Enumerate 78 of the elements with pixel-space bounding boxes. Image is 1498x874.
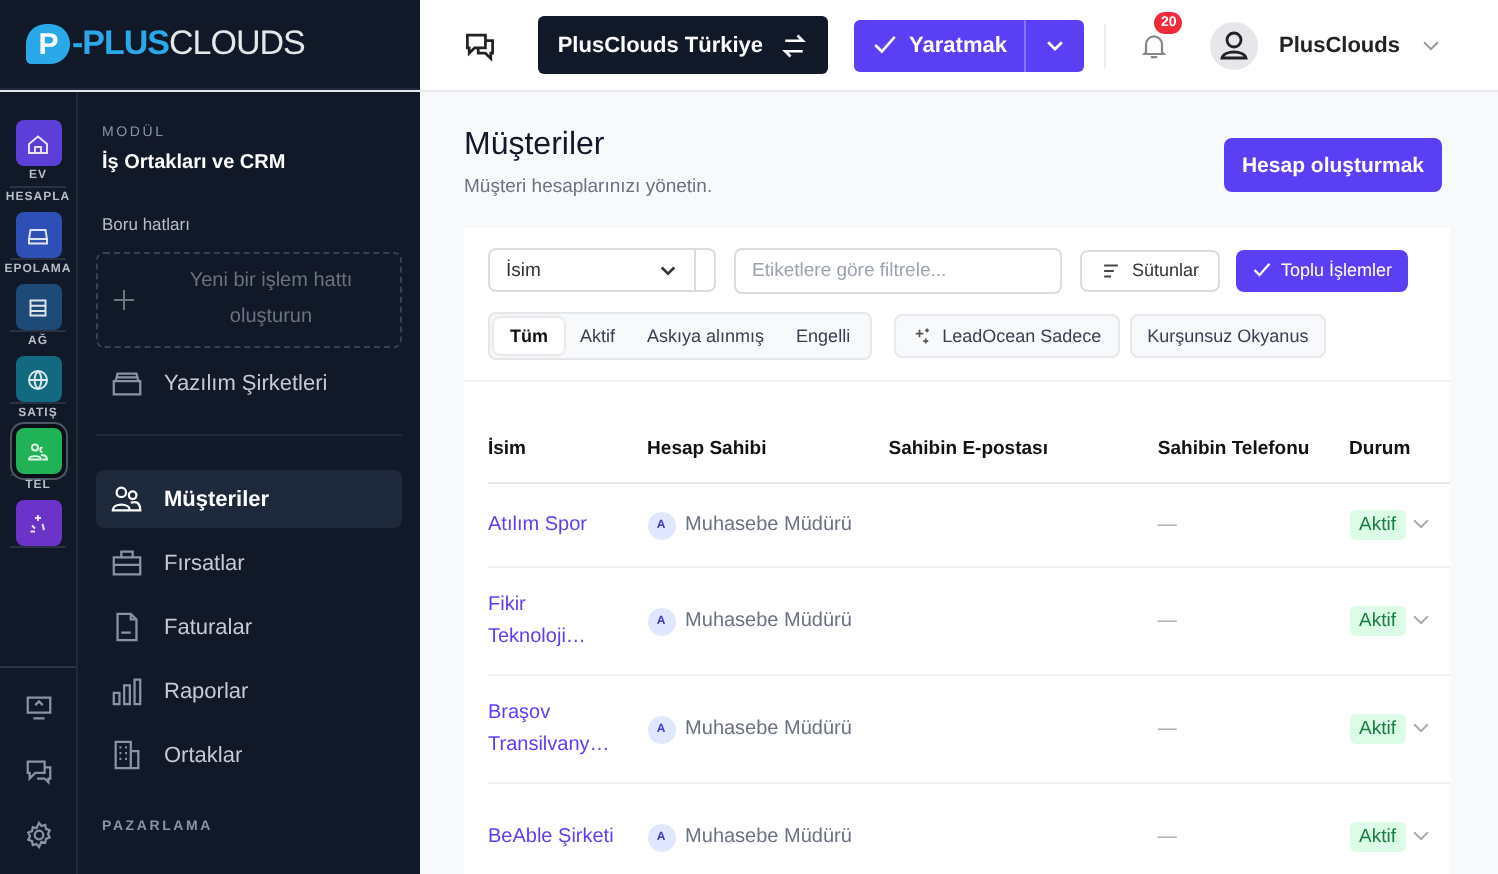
table-cell: — [1157, 826, 1177, 848]
new-pipeline-button[interactable]: Yeni bir işlem hattı oluşturun [96, 252, 402, 348]
status-badge: Aktif [1349, 606, 1407, 636]
nav-item[interactable]: Ortaklar [96, 726, 402, 784]
home-icon [26, 131, 50, 155]
settings-icon[interactable] [23, 819, 53, 850]
rail-app-button[interactable] [15, 428, 61, 474]
table-cell: — [1157, 514, 1177, 536]
section-label: Boru hatları [102, 214, 192, 234]
rail-app-button[interactable] [15, 120, 61, 166]
module-title: İş Ortakları ve CRM [102, 152, 288, 174]
search-field[interactable] [696, 248, 716, 292]
organization-switch-button[interactable]: PlusClouds Türkiye [537, 16, 828, 74]
nav-item[interactable]: Müşteriler [96, 470, 402, 528]
bulk-actions-button[interactable]: Toplu İşlemler [1235, 249, 1409, 291]
nav-item[interactable]: Fırsatlar [96, 534, 402, 592]
customer-link[interactable]: Braşov Transilvany… [488, 697, 624, 761]
column-header: Sahibin E-postası [888, 422, 1158, 483]
table-cell: — [1157, 718, 1177, 740]
users-icon [26, 439, 50, 463]
rail-app-button[interactable] [15, 356, 61, 402]
user-name[interactable]: PlusClouds [1278, 33, 1400, 57]
building-icon [110, 738, 144, 772]
nav-item[interactable]: Raporlar [96, 662, 402, 720]
status-tab[interactable]: Askıya alınmış [631, 318, 781, 354]
check-icon [1251, 260, 1272, 280]
avatar-icon[interactable] [1210, 21, 1259, 69]
chat-icon[interactable] [23, 755, 53, 786]
customer-link[interactable]: BeAble Şirketi [488, 821, 614, 853]
column-header: İsim [488, 422, 648, 483]
logo: P -PLUSCLOUDS [0, 0, 420, 90]
customer-link[interactable]: Atılım Spor [488, 509, 587, 541]
column-header: Durum [1349, 422, 1411, 483]
page-title: Müşteriler [464, 128, 607, 164]
briefcase-icon [110, 546, 144, 580]
server-icon [26, 223, 50, 247]
nav-item[interactable]: Faturalar [96, 598, 402, 656]
filter-chip[interactable]: Kurşunsuz Okyanus [1129, 314, 1327, 358]
plus-icon [114, 290, 134, 310]
page-subtitle: Müşteri hesaplarınızı yönetin. [464, 176, 713, 198]
status-tab[interactable]: Tüm [494, 318, 564, 354]
column-header: Hesap Sahibi [647, 422, 889, 483]
table-cell: Muhasebe Müdürü [685, 610, 852, 632]
monitor-icon[interactable] [23, 692, 53, 723]
check-icon [871, 32, 898, 58]
column-header: Sahibin Telefonu [1157, 422, 1350, 483]
sparkle-icon [912, 326, 933, 346]
bar-chart-icon [110, 674, 144, 708]
tag-filter-field[interactable]: Etiketlere göre filtrele... [734, 247, 1062, 293]
rail-app-button[interactable] [15, 212, 61, 258]
create-button[interactable]: Yaratmak [853, 19, 1085, 71]
document-icon [110, 610, 144, 644]
filter-chip[interactable]: LeadOcean Sadece [894, 314, 1120, 358]
bell-icon[interactable] [1138, 29, 1171, 61]
status-badge: Aktif [1349, 510, 1407, 540]
customer-link[interactable]: Fikir Teknoloji… [488, 589, 624, 653]
rail-app-button[interactable] [15, 500, 61, 546]
users-icon [110, 482, 144, 516]
columns-button[interactable]: Sütunlar [1080, 249, 1220, 291]
database-icon [26, 295, 50, 319]
table-cell: Muhasebe Müdürü [685, 826, 852, 848]
status-badge: Aktif [1349, 714, 1407, 744]
table-cell: — [1157, 610, 1177, 632]
tray-icon [110, 366, 144, 400]
status-tab[interactable]: Engelli [780, 318, 867, 354]
status-badge: Aktif [1349, 822, 1407, 852]
sparkle-icon [26, 511, 50, 535]
logo-mark: P [26, 24, 70, 64]
globe-icon [26, 367, 50, 391]
table-cell: Muhasebe Müdürü [685, 718, 852, 740]
list-icon [1100, 259, 1122, 281]
status-tab[interactable]: Aktif [564, 318, 632, 354]
pipeline-item[interactable]: Yazılım Şirketleri [96, 354, 402, 412]
rail-app-button[interactable] [15, 284, 61, 330]
table-cell: Muhasebe Müdürü [685, 514, 852, 536]
field-select[interactable]: İsim [488, 248, 696, 292]
create-account-button[interactable]: Hesap oluşturmak [1223, 138, 1442, 192]
swap-icon [779, 31, 808, 59]
